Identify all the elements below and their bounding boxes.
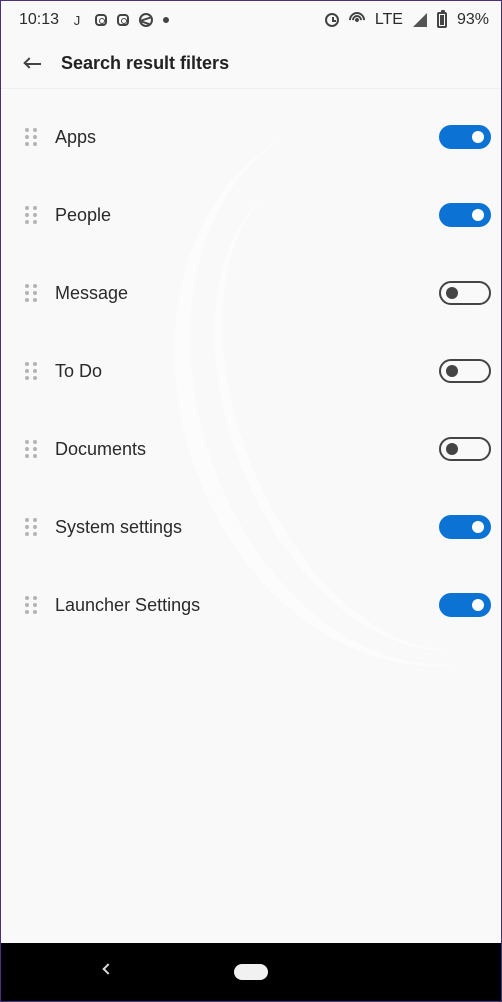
battery-icon <box>436 10 447 28</box>
toggle-knob <box>446 287 458 299</box>
filter-label: Apps <box>55 126 97 147</box>
drag-handle-icon[interactable] <box>25 284 39 302</box>
filter-row-launcher-settings: Launcher Settings <box>1 566 501 644</box>
nav-back-icon[interactable] <box>99 961 117 979</box>
filter-row-documents: Documents <box>1 410 501 488</box>
toggle-knob <box>472 521 484 533</box>
toggle-people[interactable] <box>439 203 491 227</box>
toggle-launcher-settings[interactable] <box>439 593 491 617</box>
toggle-knob <box>472 599 484 611</box>
toggle-documents[interactable] <box>439 437 491 461</box>
filter-row-message: Message <box>1 254 501 332</box>
back-button[interactable] <box>19 51 45 77</box>
instagram-icon <box>117 14 130 26</box>
page-title: Search result filters <box>61 53 230 73</box>
filter-row-system-settings: System settings <box>1 488 501 566</box>
toggle-knob <box>472 209 484 221</box>
status-left: 10:13 J <box>19 11 170 29</box>
drag-handle-icon[interactable] <box>25 206 39 224</box>
toggle-to-do[interactable] <box>439 359 491 383</box>
drag-handle-icon[interactable] <box>25 362 39 380</box>
toggle-knob <box>446 443 458 455</box>
navigation-bar <box>1 943 501 1001</box>
toggle-system-settings[interactable] <box>439 515 491 539</box>
filter-list: Apps People Message To Do Documents Syst… <box>1 98 501 644</box>
network-label: LTE <box>374 11 403 28</box>
globe-icon <box>139 13 154 27</box>
instagram-icon <box>95 14 108 26</box>
status-right: LTE 93% <box>324 8 489 32</box>
drag-handle-icon[interactable] <box>25 440 39 458</box>
hotspot-icon <box>345 8 369 32</box>
toggle-apps[interactable] <box>439 125 491 149</box>
filter-label: People <box>55 204 112 225</box>
back-arrow-icon <box>23 57 41 71</box>
drag-handle-icon[interactable] <box>25 128 39 146</box>
app-screen: 10:13 J LTE 93% Search result filters Ap… <box>0 0 502 1002</box>
filter-row-people: People <box>1 176 501 254</box>
toggle-knob <box>446 365 458 377</box>
filter-label: Documents <box>55 438 147 459</box>
j-icon: J <box>73 12 81 28</box>
status-time: 10:13 <box>19 11 60 28</box>
status-bar: 10:13 J LTE 93% <box>1 1 501 39</box>
filter-label: System settings <box>55 516 183 537</box>
alarm-icon <box>324 13 339 27</box>
toggle-message[interactable] <box>439 281 491 305</box>
filter-row-apps: Apps <box>1 98 501 176</box>
drag-handle-icon[interactable] <box>25 596 39 614</box>
dot-icon <box>163 17 170 23</box>
filter-label: Launcher Settings <box>55 594 201 615</box>
battery-percentage: 93% <box>456 11 489 28</box>
filter-label: To Do <box>55 360 103 381</box>
filter-row-to-do: To Do <box>1 332 501 410</box>
drag-handle-icon[interactable] <box>25 518 39 536</box>
toggle-knob <box>472 131 484 143</box>
home-button[interactable] <box>234 964 268 980</box>
header: Search result filters <box>1 39 501 89</box>
filter-label: Message <box>55 282 129 303</box>
signal-icon <box>412 13 427 27</box>
